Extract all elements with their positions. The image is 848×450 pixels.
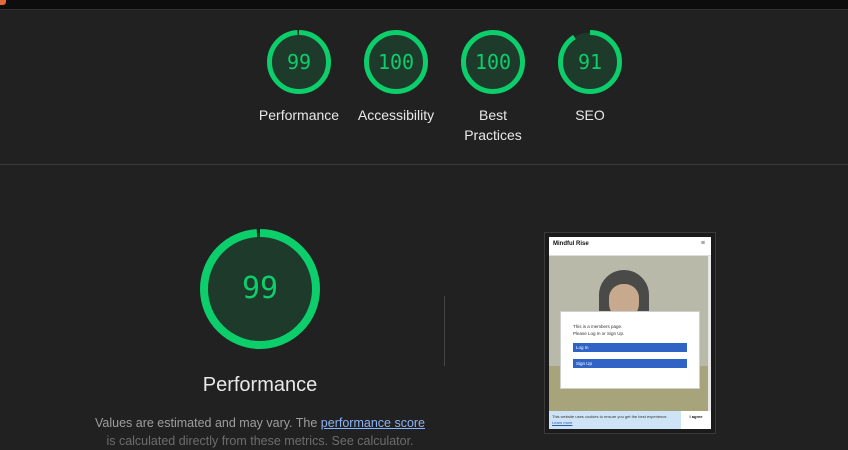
performance-score-link[interactable]: performance score <box>321 416 425 430</box>
signup-button: Sign Up <box>573 359 687 368</box>
gauge-accessibility[interactable]: 100 Accessibility <box>346 30 446 125</box>
gauge-label: SEO <box>575 107 605 123</box>
cookie-agree-button: I agree <box>681 411 711 429</box>
cookie-learn-more: Learn more <box>552 419 573 425</box>
hamburger-icon: ≡ <box>700 240 705 247</box>
performance-title: Performance <box>202 374 318 396</box>
top-bar <box>0 0 848 10</box>
gauge-ring: 91 <box>558 30 622 94</box>
gauge-score: 99 <box>286 50 312 74</box>
modal-line-1: This is a members page. <box>573 324 623 329</box>
vertical-divider <box>444 296 445 366</box>
gauge-best-practices[interactable]: 100 Best Practices <box>443 30 543 145</box>
modal-line-2: Please Log In or Sign Up. <box>573 331 625 336</box>
note-rest: is calculated directly from these metric… <box>106 434 414 448</box>
cookie-text: This website uses cookies to ensure you … <box>552 414 672 425</box>
gauge-performance[interactable]: 99 Performance <box>249 30 349 125</box>
lighthouse-icon <box>0 0 6 5</box>
note-text: Values are estimated and may vary. The <box>94 416 321 430</box>
gauge-score: 100 <box>474 50 512 74</box>
gauge-label: Performance <box>258 107 340 123</box>
gauge-ring: 100 <box>364 30 428 94</box>
gauge-score: 100 <box>377 50 415 74</box>
preview-brand: Mindful Rise <box>553 241 589 247</box>
members-modal: This is a members page. Please Log In or… <box>561 312 699 388</box>
performance-note: Values are estimated and may vary. The p… <box>92 414 428 450</box>
gauge-ring: 99 <box>267 30 331 94</box>
gauge-seo[interactable]: 91 SEO <box>540 30 640 125</box>
final-screenshot[interactable]: Mindful Rise ≡ This is a members page. P… <box>544 232 716 434</box>
cookie-message: This website uses cookies to ensure you … <box>552 414 668 419</box>
section-divider <box>0 164 848 165</box>
preview-scrollbar <box>708 256 711 411</box>
gauge-label: Best Practices <box>464 107 522 143</box>
login-button: Log In <box>573 343 687 352</box>
performance-gauge-large: 99 <box>200 229 320 349</box>
gauge-score: 91 <box>577 50 603 74</box>
cookie-banner: This website uses cookies to ensure you … <box>549 411 711 429</box>
performance-score: 99 <box>241 271 279 306</box>
page-preview: Mindful Rise ≡ This is a members page. P… <box>549 237 711 429</box>
score-summary: 99 Performance 100 Accessibility 100 Bes… <box>0 10 848 164</box>
gauge-label: Accessibility <box>357 107 435 123</box>
gauge-ring: 100 <box>461 30 525 94</box>
preview-header: Mindful Rise ≡ <box>549 237 711 256</box>
